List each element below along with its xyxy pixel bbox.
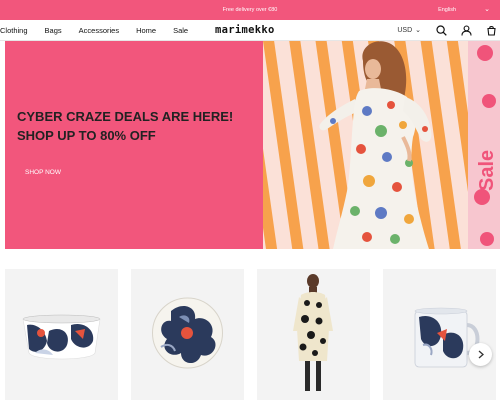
product-card-mug[interactable] [383, 269, 496, 400]
hero-image[interactable]: Sale [263, 41, 500, 249]
product-carousel [0, 269, 500, 400]
nav-item-accessories[interactable]: Accessories [79, 26, 119, 35]
language-label: English [438, 7, 457, 13]
product-card-dress[interactable] [257, 269, 370, 400]
product-image-mug [414, 307, 480, 368]
nav-item-sale[interactable]: Sale [173, 26, 188, 35]
hero-photo: Sale [263, 41, 500, 249]
sale-vertical-text: Sale [476, 150, 498, 191]
search-icon[interactable] [435, 25, 447, 37]
chevron-right-icon [478, 350, 484, 359]
main-nav: Clothing Bags Accessories Home Sale [0, 20, 205, 41]
hero-headline-line1: CYBER CRAZE DEALS ARE HERE! [17, 109, 234, 124]
product-card-bowl[interactable] [5, 269, 118, 400]
brand-logo[interactable]: marimekko [215, 20, 275, 41]
promo-text: Free delivery over €80 [222, 7, 278, 13]
chevron-down-icon: ⌄ [415, 26, 421, 34]
header-actions: USD ⌄ [397, 20, 500, 41]
currency-selector[interactable]: USD ⌄ [397, 27, 421, 35]
nav-item-bags[interactable]: Bags [45, 26, 62, 35]
site-header: Clothing Bags Accessories Home Sale mari… [0, 20, 500, 41]
shop-now-button[interactable]: SHOP NOW [17, 166, 69, 179]
language-selector[interactable]: English ⌄ [438, 0, 490, 20]
hero-headline-line2: SHOP UP TO 80% OFF [17, 128, 156, 143]
nav-item-clothing[interactable]: Clothing [0, 26, 28, 35]
cart-icon[interactable] [485, 25, 497, 37]
nav-item-home[interactable]: Home [136, 26, 156, 35]
product-card-plate[interactable] [131, 269, 244, 400]
product-image-bowl [22, 314, 101, 360]
currency-label: USD [397, 27, 413, 34]
promo-bar: Free delivery over €80 English ⌄ [0, 0, 500, 20]
carousel-next-button[interactable] [469, 343, 492, 366]
product-image-plate [152, 297, 223, 369]
user-icon[interactable] [460, 25, 472, 37]
hero-headline: CYBER CRAZE DEALS ARE HERE! SHOP UP TO 8… [17, 107, 257, 145]
product-image-dress [293, 274, 333, 391]
hero-banner: CYBER CRAZE DEALS ARE HERE! SHOP UP TO 8… [5, 41, 263, 249]
chevron-down-icon: ⌄ [484, 6, 490, 13]
